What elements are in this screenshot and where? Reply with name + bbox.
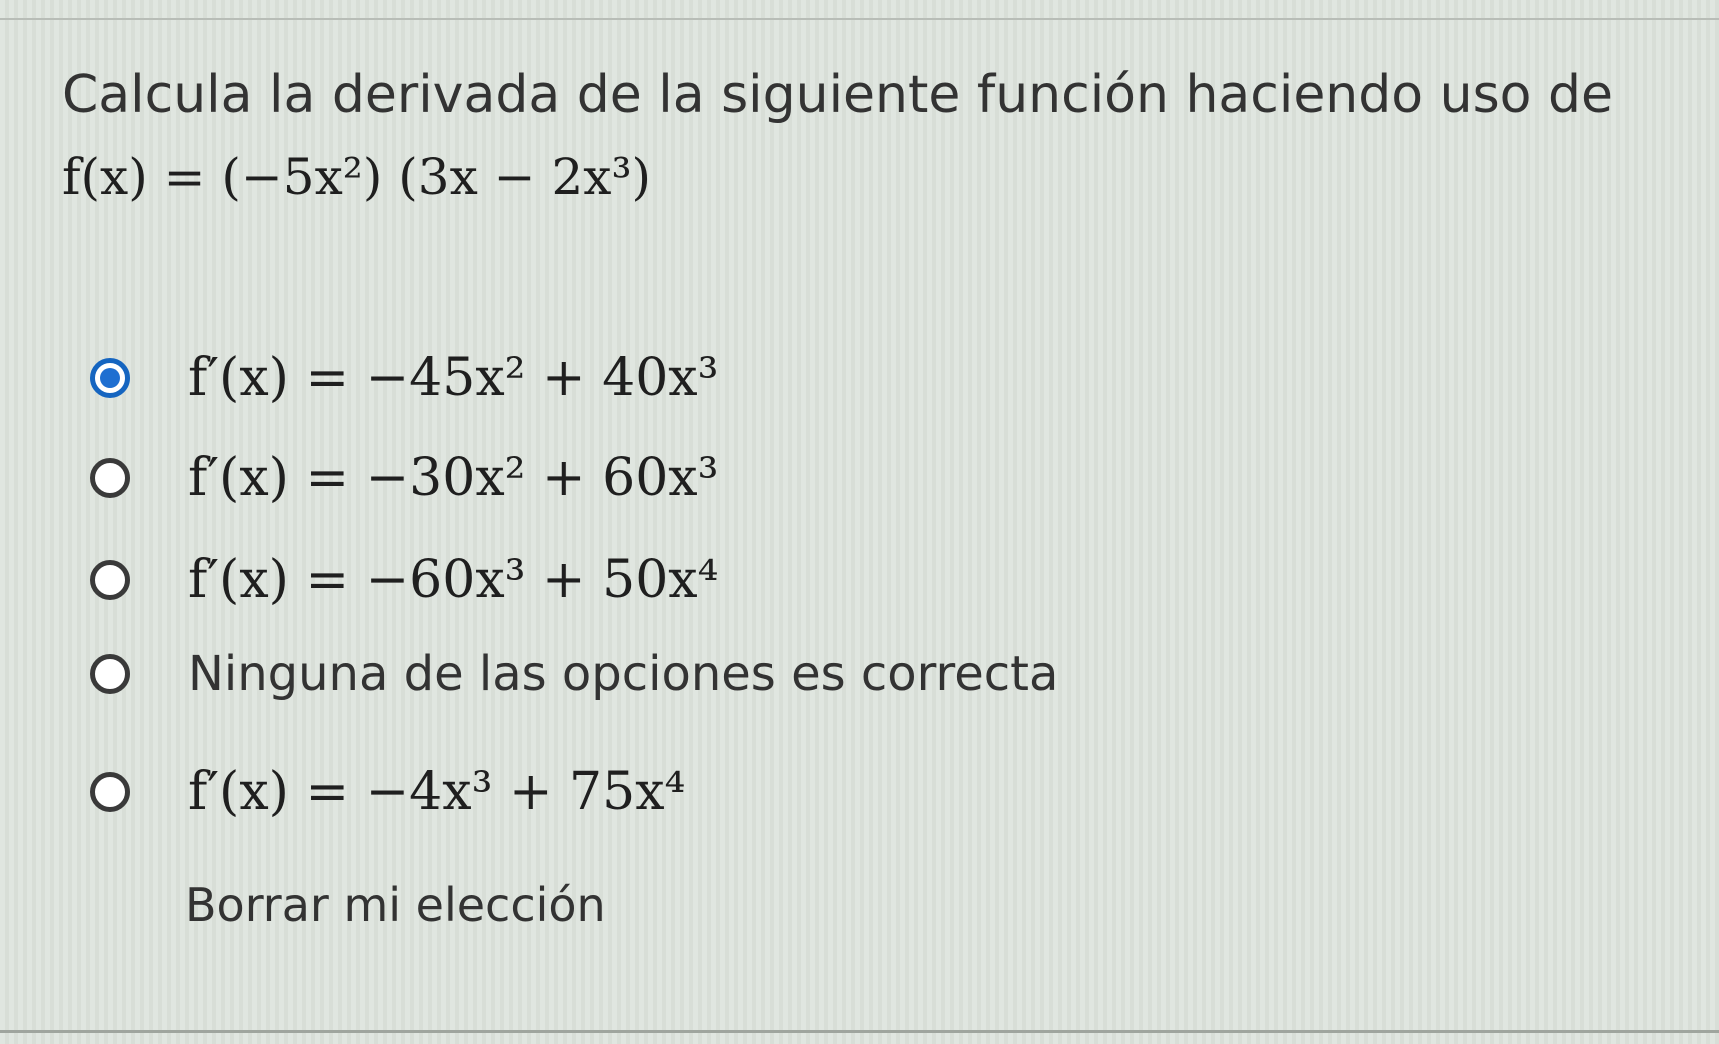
radio-selected-icon[interactable]: [90, 358, 130, 398]
option-4[interactable]: Ninguna de las opciones es correcta: [90, 634, 1058, 714]
option-4-label[interactable]: Ninguna de las opciones es correcta: [188, 646, 1058, 702]
function-expression: f(x) = (−5x²) (3x − 2x³): [62, 148, 652, 206]
question-text: Calcula la derivada de la siguiente func…: [62, 65, 1614, 125]
radio-icon[interactable]: [90, 772, 130, 812]
radio-icon[interactable]: [90, 560, 130, 600]
radio-icon[interactable]: [90, 458, 130, 498]
option-2-label[interactable]: f′(x) = −30x² + 60x³: [188, 448, 718, 508]
option-5[interactable]: f′(x) = −4x³ + 75x⁴: [90, 752, 685, 832]
option-3-label[interactable]: f′(x) = −60x³ + 50x⁴: [188, 550, 718, 610]
top-divider: [0, 18, 1719, 20]
clear-choice-link[interactable]: Borrar mi elección: [185, 878, 606, 932]
radio-icon[interactable]: [90, 654, 130, 694]
bottom-divider: [0, 1030, 1719, 1033]
option-1-label[interactable]: f′(x) = −45x² + 40x³: [188, 348, 718, 408]
option-3[interactable]: f′(x) = −60x³ + 50x⁴: [90, 540, 718, 620]
option-2[interactable]: f′(x) = −30x² + 60x³: [90, 438, 718, 518]
option-5-label[interactable]: f′(x) = −4x³ + 75x⁴: [188, 762, 685, 822]
option-1[interactable]: f′(x) = −45x² + 40x³: [90, 338, 718, 418]
